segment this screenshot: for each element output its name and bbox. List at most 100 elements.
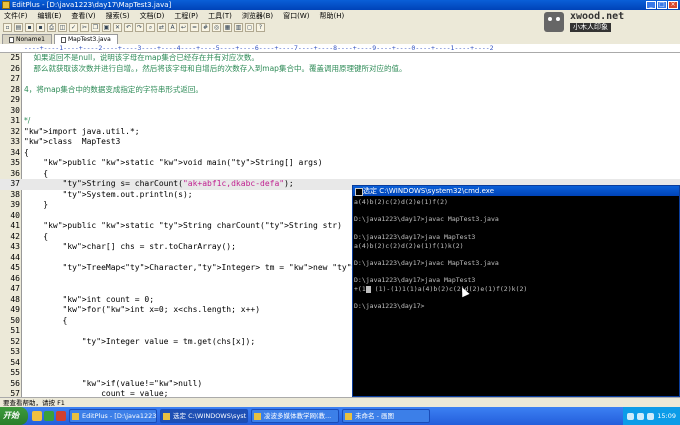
taskbar-teaching[interactable]: 凌波多媒体教学网(教...: [251, 409, 339, 423]
start-button[interactable]: 开始: [0, 407, 28, 425]
code-line[interactable]: 34 {: [0, 148, 680, 159]
tab-maptest3[interactable]: MapTest3.java: [54, 34, 118, 44]
font-icon[interactable]: A: [168, 23, 177, 32]
line-number: 57: [10, 389, 20, 397]
taskbar: 开始 EditPlus - [D:\java1223\... 选定 C:\WIN…: [0, 407, 680, 425]
print-icon[interactable]: ⎙: [47, 23, 56, 32]
taskbar-cmd[interactable]: 选定 C:\WINDOWS\syst...: [160, 409, 248, 423]
line-code: "ty">String s= charCount("ak+abf1c,dkabc…: [62, 179, 294, 188]
menu-help[interactable]: 帮助(H): [320, 11, 345, 21]
line-number: 25: [10, 53, 20, 62]
menu-window[interactable]: 窗口(W): [283, 11, 309, 21]
taskbar-editplus[interactable]: EditPlus - [D:\java1223\...: [69, 409, 157, 423]
line-number: 36: [10, 168, 20, 178]
cmd-cursor: [365, 285, 371, 293]
new-file-icon[interactable]: ▫: [3, 23, 12, 32]
line-code: "kw">if(value!="kw">null): [81, 378, 203, 388]
code-line[interactable]: 33 "kw">class MapTest3: [0, 137, 680, 148]
spellcheck-icon[interactable]: ✓: [69, 23, 78, 32]
volume-icon[interactable]: [637, 412, 645, 420]
line-number: 31: [10, 116, 20, 125]
line-number: 27: [10, 74, 20, 83]
cmd-window[interactable]: 选定 C:\WINDOWS\system32\cmd.exe a(4)b(2)c…: [352, 185, 680, 397]
cmd-line: +(1 (1)-(1)1(1)a(4)b(2)c(2)d(2)e(1)f(2)k…: [354, 285, 528, 294]
menu-edit[interactable]: 编辑(E): [38, 11, 62, 21]
logo-cn: 小木人印象: [570, 23, 611, 32]
print-preview-icon[interactable]: ◫: [58, 23, 67, 32]
menu-bar: 文件(F) 编辑(E) 查看(V) 搜索(S) 文档(D) 工程(P) 工具(T…: [0, 10, 530, 21]
cmd-line: [354, 224, 678, 233]
line-code: "ty">System.out.println(s);: [62, 189, 193, 199]
code-line[interactable]: 26 那么就获取该次数并进行自增。，然后将该字母和自增后的次数存入到map集合中…: [0, 64, 680, 75]
line-number: 46: [10, 273, 20, 283]
menu-tools[interactable]: 工具(T): [208, 11, 232, 21]
line-number: 29: [10, 95, 20, 104]
paste-icon[interactable]: ▣: [102, 23, 111, 32]
minimize-button[interactable]: _: [646, 1, 656, 9]
cmd-line: D:\java1223\day17>java MapTest3: [354, 276, 476, 285]
directory-icon[interactable]: ▥: [234, 23, 243, 32]
code-line[interactable]: 30: [0, 106, 680, 117]
redo-icon[interactable]: ↷: [135, 23, 144, 32]
menu-search[interactable]: 搜索(S): [106, 11, 130, 21]
network-icon[interactable]: [627, 412, 635, 420]
copy-icon[interactable]: ❐: [91, 23, 100, 32]
code-line[interactable]: 27: [0, 74, 680, 85]
media-icon[interactable]: [56, 411, 66, 421]
fullscreen-icon[interactable]: ◻: [245, 23, 254, 32]
line-code: {: [24, 315, 68, 325]
code-line[interactable]: 32 "kw">import java.util.*;: [0, 127, 680, 138]
menu-project[interactable]: 工程(P): [174, 11, 198, 21]
line-number: 54: [10, 357, 20, 367]
delete-icon[interactable]: ✕: [113, 23, 122, 32]
clock: 15:09: [657, 412, 676, 420]
code-line[interactable]: 29: [0, 95, 680, 106]
desktop-icon[interactable]: [32, 411, 42, 421]
code-line[interactable]: 28 4，将map集合中的数据变成指定的字符串形式返回。: [0, 85, 680, 96]
close-button[interactable]: ×: [668, 1, 678, 9]
line-code: "kw">public "kw">static "ty">String char…: [43, 221, 342, 230]
ruler-icon[interactable]: ═: [190, 23, 199, 32]
cmd-output[interactable]: a(4)b(2)c(2)d(2)e(1)f(2) D:\java1223\day…: [353, 196, 679, 313]
save-all-icon[interactable]: ▪: [36, 23, 45, 32]
menu-document[interactable]: 文档(D): [140, 11, 165, 21]
taskbar-paint[interactable]: 未命名 - 画图: [342, 409, 430, 423]
word-wrap-icon[interactable]: ↩: [179, 23, 188, 32]
find-icon[interactable]: ⌕: [146, 23, 155, 32]
tab-noname1[interactable]: Noname1: [2, 34, 52, 44]
help-icon[interactable]: ?: [256, 23, 265, 32]
replace-icon[interactable]: ⇄: [157, 23, 166, 32]
line-number: 51: [10, 326, 20, 335]
cmd-line: [354, 250, 678, 259]
save-icon[interactable]: ▪: [25, 23, 34, 32]
line-number: 44: [10, 252, 20, 262]
cmd-line: [354, 207, 678, 216]
line-number-icon[interactable]: #: [201, 23, 210, 32]
line-code: {: [24, 168, 49, 178]
code-line[interactable]: 36 {: [0, 169, 680, 180]
line-number: 53: [10, 347, 20, 356]
code-line[interactable]: 25 如果返回不是null，说明该字母在map集合已经存在并有对应次数。: [0, 53, 680, 64]
menu-file[interactable]: 文件(F): [4, 11, 28, 21]
line-code: {: [24, 231, 49, 241]
maximize-button[interactable]: □: [657, 1, 667, 9]
cut-icon[interactable]: ✂: [80, 23, 89, 32]
undo-icon[interactable]: ↶: [124, 23, 133, 32]
menu-browser[interactable]: 浏览器(B): [242, 11, 273, 21]
system-tray: 15:09: [623, 407, 680, 425]
robot-logo-icon: [544, 12, 564, 32]
cliptext-icon[interactable]: ▦: [223, 23, 232, 32]
ie-icon[interactable]: [44, 411, 54, 421]
open-folder-icon[interactable]: ▤: [14, 23, 23, 32]
line-number: 56: [10, 378, 20, 388]
browser-icon[interactable]: ◎: [212, 23, 221, 32]
ime-icon[interactable]: [647, 412, 655, 420]
menu-view[interactable]: 查看(V): [71, 11, 95, 21]
line-code: "kw">public "kw">static "kw">void main("…: [43, 158, 323, 167]
editplus-app-icon: [2, 1, 10, 9]
status-bar: 要查看帮助，请按 F1: [0, 397, 680, 407]
line-number: 42: [10, 231, 20, 241]
line-code: }: [24, 200, 49, 209]
code-line[interactable]: 35 "kw">public "kw">static "kw">void mai…: [0, 158, 680, 169]
code-line[interactable]: 31 */: [0, 116, 680, 127]
